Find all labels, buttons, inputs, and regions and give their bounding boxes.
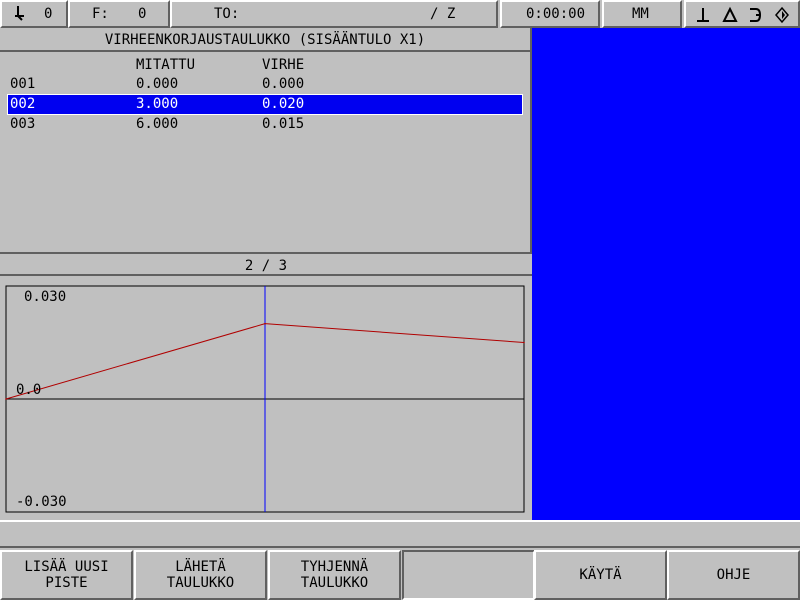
tool-offset-status: TO: / Z: [170, 0, 498, 28]
tool-icon: [14, 2, 28, 30]
feed-value: 0: [138, 6, 147, 22]
table-row[interactable]: 003 6.000 0.015: [8, 115, 522, 134]
row-index: 002: [10, 96, 36, 112]
row-measured: 3.000: [136, 96, 179, 112]
status-bar: 0 F: 0 TO: / Z 0:00:00 MM: [0, 0, 800, 28]
y-tick-label-zero: 0.0: [16, 382, 41, 398]
table-row-selected[interactable]: 002 3.000 0.020: [7, 94, 523, 115]
data-point-3: [523, 341, 525, 344]
units-value: MM: [632, 6, 649, 22]
table-title: VIRHEENKORJAUSTAULUKKO (SISÄÄNTULO X1): [0, 28, 530, 52]
use-button[interactable]: KÄYTÄ: [534, 550, 667, 600]
empty-softkey[interactable]: [402, 550, 535, 600]
mode-icons: [684, 0, 800, 28]
column-header-measured: MITATTU: [136, 57, 196, 73]
column-header-error: VIRHE: [262, 57, 305, 73]
time-value: 0:00:00: [526, 6, 586, 22]
tool-offset-label: TO:: [214, 6, 240, 22]
row-index: 001: [10, 76, 36, 92]
error-graph-panel: 0.030 0.0 -0.030: [0, 276, 532, 520]
clear-table-button[interactable]: TYHJENNÄ TAULUKKO: [268, 550, 401, 600]
row-index: 003: [10, 116, 36, 132]
help-button[interactable]: OHJE: [667, 550, 800, 600]
axis-label: / Z: [430, 6, 456, 22]
timer: 0:00:00: [500, 0, 600, 28]
tool-number: 0: [44, 6, 53, 22]
data-point-2: [264, 322, 266, 325]
y-tick-label-max: 0.030: [24, 289, 66, 305]
table-row[interactable]: 001 0.000 0.000: [8, 75, 522, 94]
data-point-1: [5, 398, 7, 400]
tool-status: 0: [0, 0, 68, 28]
feed-label: F:: [92, 6, 109, 22]
row-error: 0.015: [262, 116, 305, 132]
message-bar: [0, 520, 800, 548]
add-new-point-button[interactable]: LISÄÄ UUSI PISTE: [0, 550, 133, 600]
row-error: 0.020: [262, 96, 305, 112]
units-indicator: MM: [602, 0, 682, 28]
row-measured: 0.000: [136, 76, 179, 92]
error-graph: 0.030 0.0 -0.030: [5, 285, 525, 513]
side-panel: [532, 28, 800, 520]
send-table-button[interactable]: LÄHETÄ TAULUKKO: [134, 550, 267, 600]
row-error: 0.000: [262, 76, 305, 92]
row-counter: 2 / 3: [0, 252, 532, 276]
feed-status: F: 0: [68, 0, 170, 28]
y-tick-label-min: -0.030: [16, 494, 67, 510]
row-measured: 6.000: [136, 116, 179, 132]
error-table-panel: VIRHEENKORJAUSTAULUKKO (SISÄÄNTULO X1) M…: [0, 28, 532, 252]
